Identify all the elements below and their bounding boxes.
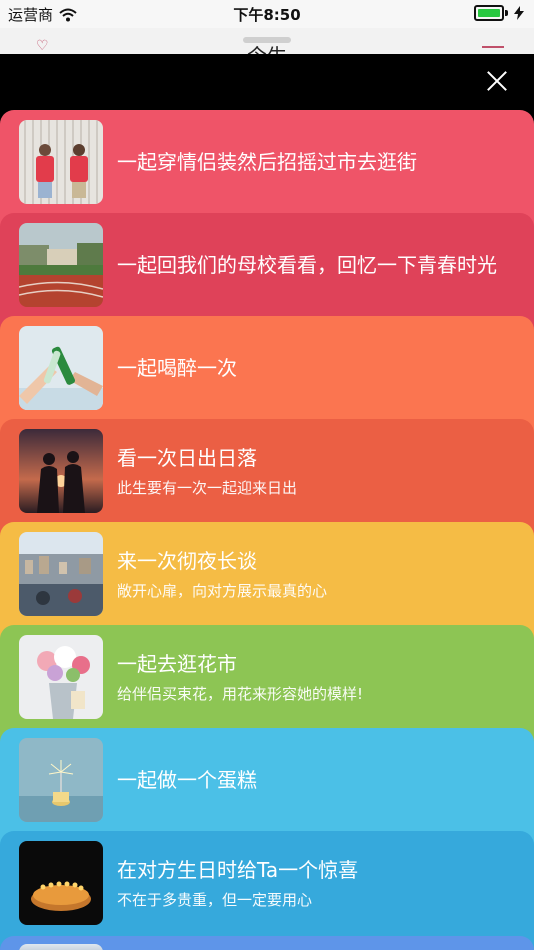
- card-text: 一起去逛花市 给伴侣买束花，用花来形容她的模样!: [117, 625, 504, 729]
- thumbnail-birthday-cake: [19, 841, 103, 925]
- card-title: 一起喝醉一次: [117, 356, 237, 380]
- thumbnail-school-campus: [19, 223, 103, 307]
- thumbnail-cheers-bottles: [19, 326, 103, 410]
- card-title: 在对方生日时给Ta一个惊喜: [117, 857, 359, 882]
- card-title: 来一次彻夜长谈: [117, 548, 257, 573]
- card-text: 一起回我们的母校看看，回忆一下青春时光: [117, 213, 504, 317]
- card-text: 在对方生日时给Ta一个惊喜 不在于多贵重，但一定要用心: [117, 831, 504, 935]
- card-title: 一起穿情侣装然后招摇过市去逛街: [117, 150, 417, 174]
- card-subtitle: 敞开心扉，向对方展示最真的心: [117, 581, 328, 600]
- charging-icon: [514, 6, 524, 20]
- menu-icon: [482, 46, 504, 48]
- card-title: 一起去逛花市: [117, 651, 237, 676]
- thumbnail-cake-sparkler: [19, 738, 103, 822]
- card-text: 看一次日出日落 此生要有一次一起迎来日出: [117, 419, 504, 523]
- card-text: 一起喝醉一次: [117, 316, 504, 420]
- thumbnail-flower-bouquet: [19, 635, 103, 719]
- thumbnail-partial: [19, 944, 103, 950]
- thumbnail-sunset-couple: [19, 429, 103, 513]
- card-subtitle: 不在于多贵重，但一定要用心: [117, 890, 313, 909]
- battery-indicator: [474, 5, 524, 21]
- sheet-grabber[interactable]: [243, 37, 291, 43]
- card-title: 看一次日出日落: [117, 445, 257, 470]
- card-text: 一起做一个蛋糕: [117, 728, 504, 832]
- battery-icon: [474, 5, 504, 21]
- thumbnail-couple-outfit: [19, 120, 103, 204]
- card-9-peek[interactable]: [0, 936, 534, 950]
- card-text: 来一次彻夜长谈 敞开心扉，向对方展示最真的心: [117, 522, 504, 626]
- card-subtitle: 给伴侣买束花，用花来形容她的模样!: [117, 684, 364, 703]
- card-8[interactable]: 在对方生日时给Ta一个惊喜 不在于多贵重，但一定要用心: [0, 831, 534, 950]
- card-subtitle: 此生要有一次一起迎来日出: [117, 478, 298, 497]
- status-bar: 运营商 下午8:50: [0, 0, 534, 28]
- card-text: 一起穿情侣装然后招摇过市去逛街: [117, 110, 504, 214]
- card-title: 一起回我们的母校看看，回忆一下青春时光: [117, 253, 497, 277]
- close-icon[interactable]: [486, 70, 508, 92]
- thumbnail-city-night-talk: [19, 532, 103, 616]
- modal-sheet: 一起穿情侣装然后招摇过市去逛街 一起回我们的母校看看，回忆一下青春时光 一起喝醉…: [0, 54, 534, 950]
- status-time: 下午8:50: [233, 6, 301, 24]
- card-title: 一起做一个蛋糕: [117, 768, 257, 792]
- battery-tip: [505, 10, 508, 16]
